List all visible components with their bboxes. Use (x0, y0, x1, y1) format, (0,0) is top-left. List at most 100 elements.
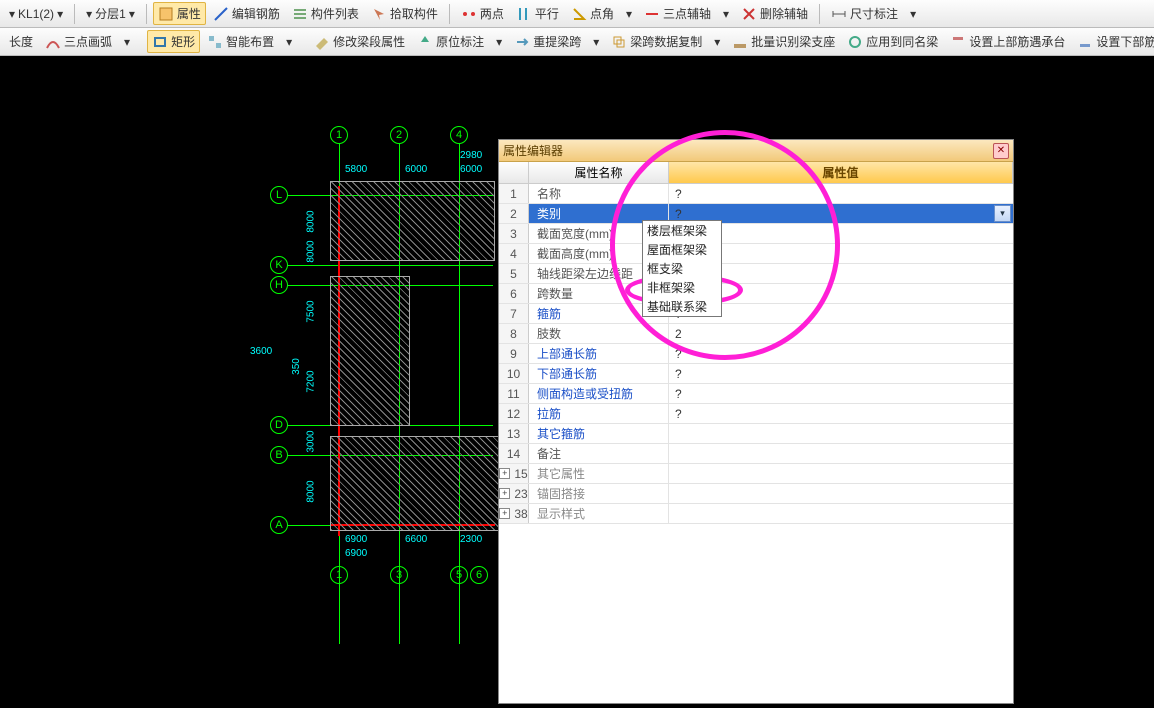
upper-cap-button[interactable]: 设置上部筋遇承台 (945, 30, 1070, 53)
lower-cap-button[interactable]: 设置下部筋遇承台 (1072, 30, 1154, 53)
pick-member-button[interactable]: 拾取构件 (366, 2, 443, 25)
dropdown-3[interactable]: ▾ (905, 4, 921, 24)
property-row[interactable]: +23锚固搭接 (499, 484, 1013, 504)
property-row[interactable]: 7箍筋? (499, 304, 1013, 324)
property-row[interactable]: 9上部通长筋? (499, 344, 1013, 364)
two-point-button[interactable]: 两点 (456, 2, 509, 25)
length-button[interactable]: 长度 (4, 30, 38, 53)
property-value[interactable]: 2 (669, 324, 1013, 343)
grid-bubble: 5 (450, 566, 468, 584)
combo-item[interactable]: 屋面框架梁 (643, 240, 721, 259)
dropdown-2[interactable]: ▾ (718, 4, 734, 24)
combo-item[interactable]: 基础联系梁 (643, 297, 721, 316)
grid-bubble: 2 (390, 126, 408, 144)
dropdown-smart[interactable]: ▾ (281, 32, 297, 52)
property-header: 属性名称 属性值 (499, 162, 1013, 184)
orig-label-button[interactable]: 原位标注 (412, 30, 489, 53)
dropdown-1[interactable]: ▾ (621, 4, 637, 24)
row-number: 8 (499, 324, 529, 343)
property-row[interactable]: 2类别? (499, 204, 1013, 224)
toolbar-row-1: ▾ KL1(2) ▾ ▾ 分层1 ▾ 属性 编辑钢筋 构件列表 拾取构件 两点 … (0, 0, 1154, 28)
dropdown-arc[interactable]: ▾ (119, 32, 135, 52)
property-row[interactable]: 13其它箍筋 (499, 424, 1013, 444)
three-aux-button[interactable]: 三点辅轴 (639, 2, 716, 25)
property-name: 肢数 (529, 324, 669, 343)
point-angle-button[interactable]: 点角 (566, 2, 619, 25)
row-number: 6 (499, 284, 529, 303)
row-number: +23 (499, 484, 529, 503)
expand-icon[interactable]: + (499, 508, 510, 519)
property-value[interactable]: ? (669, 184, 1013, 203)
grid-bubble: 3 (390, 566, 408, 584)
combo-item[interactable]: 框支梁 (643, 259, 721, 278)
property-value[interactable]: ? (669, 404, 1013, 423)
grid-bubble: A (270, 516, 288, 534)
parallel-button[interactable]: 平行 (511, 2, 564, 25)
row-number: 7 (499, 304, 529, 323)
combo-item[interactable]: 楼层框架梁 (643, 221, 721, 240)
property-value[interactable]: ? (669, 344, 1013, 363)
edit-rebar-button[interactable]: 编辑钢筋 (208, 2, 285, 25)
property-row[interactable]: 4截面高度(mm) (499, 244, 1013, 264)
property-row[interactable]: +15其它属性 (499, 464, 1013, 484)
property-row[interactable]: 1名称? (499, 184, 1013, 204)
rearrange-button[interactable]: 重提梁跨 (509, 30, 586, 53)
property-row[interactable]: 14备注 (499, 444, 1013, 464)
arc-button[interactable]: 三点画弧 (40, 30, 117, 53)
grid-bubble: 6 (470, 566, 488, 584)
property-row[interactable]: 8肢数2 (499, 324, 1013, 344)
panel-titlebar[interactable]: 属性编辑器 ✕ (499, 140, 1013, 162)
category-dropdown-list: 楼层框架梁 屋面框架梁 框支梁 非框架梁 基础联系梁 (642, 220, 722, 317)
property-row[interactable]: 12拉筋? (499, 404, 1013, 424)
property-name: 显示样式 (529, 504, 669, 523)
header-blank (499, 162, 529, 183)
smart-button[interactable]: 智能布置 (202, 30, 279, 53)
attr-button[interactable]: 属性 (153, 2, 206, 25)
grid-bubble: 1 (330, 126, 348, 144)
property-editor-panel: 属性编辑器 ✕ 属性名称 属性值 1名称?2类别?3截面宽度(mm)4截面高度(… (498, 139, 1014, 704)
property-value[interactable] (669, 424, 1013, 443)
property-value[interactable] (669, 464, 1013, 483)
property-value[interactable]: ? (669, 364, 1013, 383)
property-value[interactable] (669, 484, 1013, 503)
member-list-button[interactable]: 构件列表 (287, 2, 364, 25)
property-row[interactable]: +38显示样式 (499, 504, 1013, 524)
property-value[interactable] (669, 504, 1013, 523)
copy-data-button[interactable]: 梁跨数据复制 (606, 30, 707, 53)
property-row[interactable]: 11侧面构造或受扭筋? (499, 384, 1013, 404)
dimension-button[interactable]: 尺寸标注 (826, 2, 903, 25)
row-number: 12 (499, 404, 529, 423)
property-value[interactable] (669, 444, 1013, 463)
toolbar-row-2: 长度 三点画弧 ▾ 矩形 智能布置 ▾ 修改梁段属性 原位标注 ▾ 重提梁跨 ▾… (0, 28, 1154, 56)
floor-select[interactable]: ▾ 分层1 ▾ (81, 2, 140, 25)
property-name: 其它属性 (529, 464, 669, 483)
property-row[interactable]: 5轴线距梁左边线距 (499, 264, 1013, 284)
row-number: 13 (499, 424, 529, 443)
apply-same-button[interactable]: 应用到同名梁 (842, 30, 943, 53)
row-number: 2 (499, 204, 529, 223)
expand-icon[interactable]: + (499, 468, 510, 479)
property-row[interactable]: 3截面宽度(mm) (499, 224, 1013, 244)
row-number: 1 (499, 184, 529, 203)
beam-select[interactable]: ▾ KL1(2) ▾ (4, 4, 68, 24)
cad-drawing: 1 2 4 5800 6000 6000 2980 L K H D B A 80… (260, 126, 510, 646)
dropdown-rear[interactable]: ▾ (588, 32, 604, 52)
row-number: +15 (499, 464, 529, 483)
grid-bubble: 4 (450, 126, 468, 144)
batch-support-button[interactable]: 批量识别梁支座 (727, 30, 840, 53)
property-name: 侧面构造或受扭筋 (529, 384, 669, 403)
header-value[interactable]: 属性值 (669, 162, 1013, 183)
rect-button[interactable]: 矩形 (147, 30, 200, 53)
value-dropdown-button[interactable] (994, 205, 1011, 222)
close-icon[interactable]: ✕ (993, 143, 1009, 159)
property-row[interactable]: 10下部通长筋? (499, 364, 1013, 384)
expand-icon[interactable]: + (499, 488, 510, 499)
property-value[interactable]: ? (669, 384, 1013, 403)
dropdown-copy[interactable]: ▾ (709, 32, 725, 52)
mod-span-button[interactable]: 修改梁段属性 (309, 30, 410, 53)
del-aux-button[interactable]: 删除辅轴 (736, 2, 813, 25)
combo-item[interactable]: 非框架梁 (643, 278, 721, 297)
grid-bubble: D (270, 416, 288, 434)
property-row[interactable]: 6跨数量? (499, 284, 1013, 304)
dropdown-orig[interactable]: ▾ (491, 32, 507, 52)
